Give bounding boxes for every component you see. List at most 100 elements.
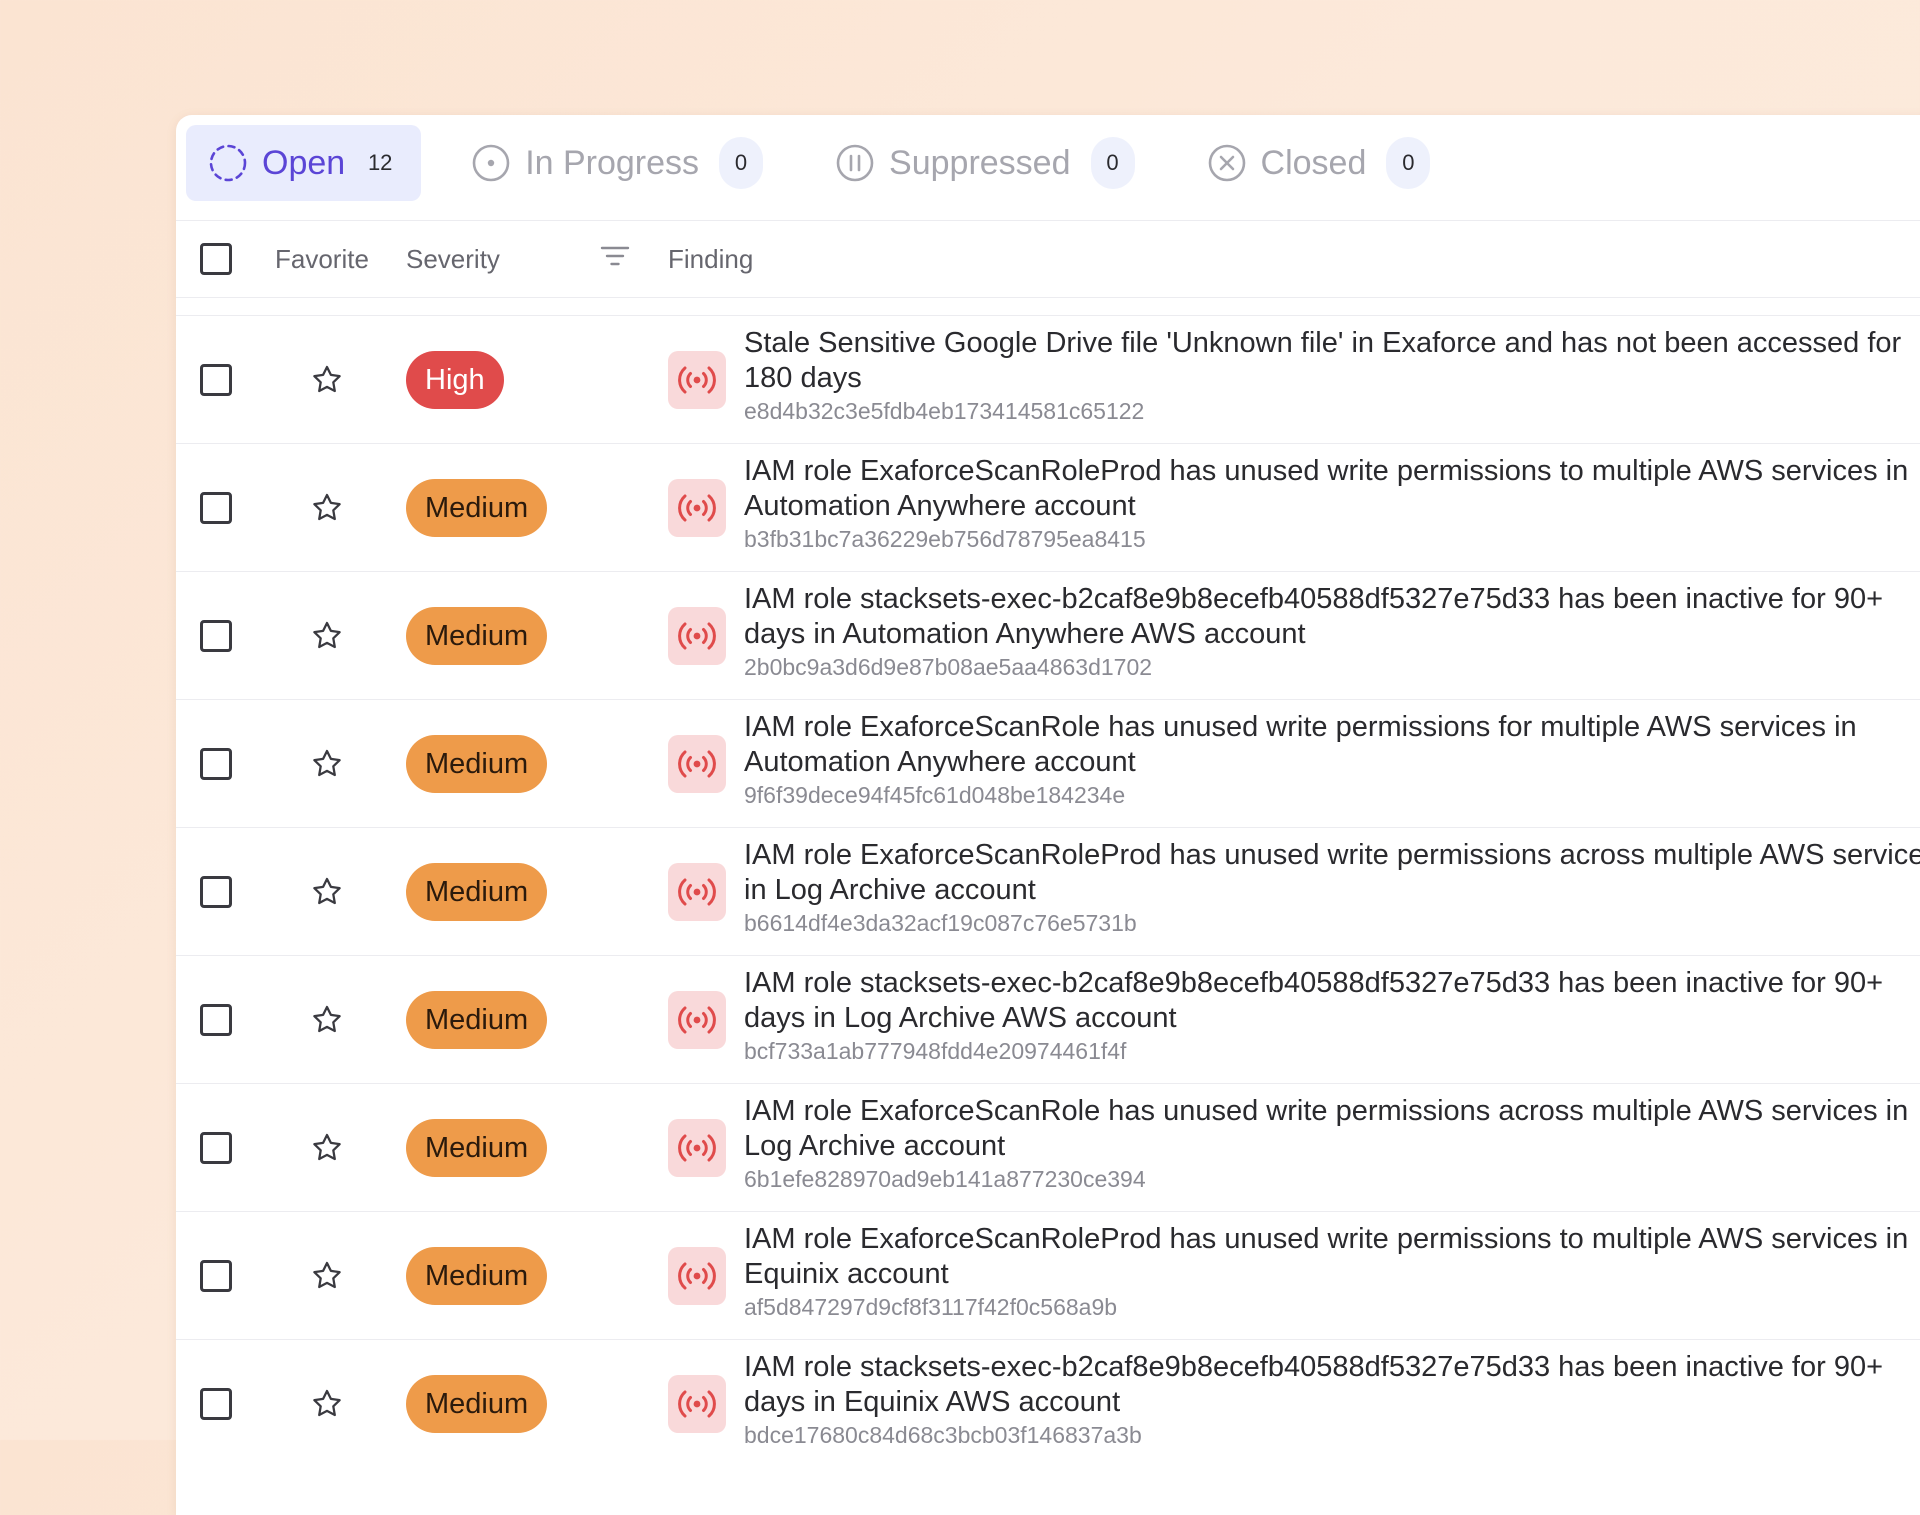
star-icon[interactable] [310, 1387, 344, 1421]
severity-filter-button[interactable] [600, 221, 630, 297]
table-header: Favorite Severity Finding [176, 221, 1920, 297]
row-checkbox[interactable] [200, 1388, 232, 1420]
row-checkbox[interactable] [200, 620, 232, 652]
select-all-checkbox[interactable] [200, 243, 232, 275]
broadcast-signal-icon [668, 1119, 726, 1177]
finding-title[interactable]: IAM role ExaforceScanRoleProd has unused… [744, 838, 1920, 908]
finding-title[interactable]: IAM role stacksets-exec-b2caf8e9b8ecefb4… [744, 966, 1920, 1036]
finding-icon-cell [668, 828, 726, 956]
row-checkbox[interactable] [200, 1132, 232, 1164]
table-row[interactable]: Medium IAM role ExaforceScanRole has unu… [176, 1083, 1920, 1211]
tab-open-label: Open [262, 143, 346, 182]
table-row[interactable]: Medium IAM role stacksets-exec-b2caf8e9b… [176, 571, 1920, 699]
severity-cell: Medium [406, 956, 548, 1084]
tab-suppressed[interactable]: Suppressed 0 [813, 125, 1156, 201]
finding-icon-cell [668, 1212, 726, 1340]
column-header-severity[interactable]: Severity [406, 221, 500, 297]
severity-cell: Medium [406, 700, 548, 828]
star-icon[interactable] [310, 1131, 344, 1165]
star-icon[interactable] [310, 875, 344, 909]
finding-cell[interactable]: Stale Sensitive Google Drive file 'Unkno… [744, 326, 1920, 426]
broadcast-signal-icon [668, 735, 726, 793]
favorite-cell [310, 1340, 344, 1468]
severity-badge: Medium [406, 1247, 548, 1305]
severity-cell: Medium [406, 828, 548, 956]
findings-list: High Stale Sensitive Google Drive file '… [176, 315, 1920, 1467]
tab-in-progress[interactable]: In Progress 0 [449, 125, 785, 201]
column-header-finding[interactable]: Finding [668, 221, 753, 297]
finding-icon-cell [668, 444, 726, 572]
row-checkbox[interactable] [200, 1260, 232, 1292]
tab-closed-count: 0 [1386, 137, 1431, 189]
finding-id: bcf733a1ab777948fdd4e20974461f4f [744, 1038, 1127, 1064]
tab-suppressed-label: Suppressed [889, 143, 1071, 182]
finding-cell[interactable]: IAM role stacksets-exec-b2caf8e9b8ecefb4… [744, 1350, 1920, 1450]
favorite-cell [310, 700, 344, 828]
severity-cell: High [406, 316, 504, 444]
row-checkbox[interactable] [200, 876, 232, 908]
finding-title[interactable]: IAM role stacksets-exec-b2caf8e9b8ecefb4… [744, 582, 1920, 652]
table-row[interactable]: Medium IAM role ExaforceScanRoleProd has… [176, 827, 1920, 955]
finding-cell[interactable]: IAM role ExaforceScanRole has unused wri… [744, 710, 1920, 810]
finding-id: e8d4b32c3e5fdb4eb173414581c65122 [744, 398, 1145, 424]
severity-cell: Medium [406, 1212, 548, 1340]
finding-id: b6614df4e3da32acf19c087c76e5731b [744, 910, 1137, 936]
row-checkbox[interactable] [200, 364, 232, 396]
header-divider [176, 297, 1920, 298]
table-row[interactable]: Medium IAM role stacksets-exec-b2caf8e9b… [176, 1339, 1920, 1467]
tab-open[interactable]: Open 12 [186, 125, 422, 201]
finding-title[interactable]: IAM role ExaforceScanRoleProd has unused… [744, 1222, 1920, 1292]
table-row[interactable]: High Stale Sensitive Google Drive file '… [176, 315, 1920, 443]
table-row[interactable]: Medium IAM role ExaforceScanRoleProd has… [176, 1211, 1920, 1339]
finding-title[interactable]: IAM role ExaforceScanRoleProd has unused… [744, 454, 1920, 524]
finding-title[interactable]: IAM role ExaforceScanRole has unused wri… [744, 710, 1920, 780]
dot-circle-icon [471, 143, 511, 183]
row-checkbox[interactable] [200, 492, 232, 524]
finding-icon-cell [668, 700, 726, 828]
favorite-cell [310, 444, 344, 572]
column-header-favorite[interactable]: Favorite [275, 221, 369, 297]
favorite-cell [310, 828, 344, 956]
broadcast-signal-icon [668, 1247, 726, 1305]
finding-cell[interactable]: IAM role ExaforceScanRoleProd has unused… [744, 1222, 1920, 1322]
broadcast-signal-icon [668, 1375, 726, 1433]
row-select-cell [200, 444, 232, 572]
star-icon[interactable] [310, 1259, 344, 1293]
finding-title[interactable]: IAM role stacksets-exec-b2caf8e9b8ecefb4… [744, 1350, 1920, 1420]
table-row[interactable]: Medium IAM role stacksets-exec-b2caf8e9b… [176, 955, 1920, 1083]
finding-icon-cell [668, 316, 726, 444]
finding-id: af5d847297d9cf8f3117f42f0c568a9b [744, 1294, 1118, 1320]
findings-panel: Open 12 In Progress 0 Suppressed 0 Close… [176, 115, 1920, 1515]
tab-closed[interactable]: Closed 0 [1185, 125, 1453, 201]
finding-cell[interactable]: IAM role ExaforceScanRoleProd has unused… [744, 454, 1920, 554]
row-select-cell [200, 956, 232, 1084]
table-row[interactable]: Medium IAM role ExaforceScanRoleProd has… [176, 443, 1920, 571]
row-checkbox[interactable] [200, 748, 232, 780]
severity-badge: Medium [406, 1119, 548, 1177]
severity-cell: Medium [406, 1340, 548, 1468]
broadcast-signal-icon [668, 607, 726, 665]
dashed-circle-icon [208, 143, 248, 183]
star-icon[interactable] [310, 747, 344, 781]
finding-id: 9f6f39dece94f45fc61d048be184234e [744, 782, 1126, 808]
star-icon[interactable] [310, 363, 344, 397]
row-checkbox[interactable] [200, 1004, 232, 1036]
finding-cell[interactable]: IAM role stacksets-exec-b2caf8e9b8ecefb4… [744, 582, 1920, 682]
finding-title[interactable]: IAM role ExaforceScanRole has unused wri… [744, 1094, 1920, 1164]
row-select-cell [200, 828, 232, 956]
finding-cell[interactable]: IAM role ExaforceScanRoleProd has unused… [744, 838, 1920, 938]
tab-in-progress-label: In Progress [525, 143, 700, 182]
finding-title[interactable]: Stale Sensitive Google Drive file 'Unkno… [744, 326, 1920, 396]
finding-id: 6b1efe828970ad9eb141a877230ce394 [744, 1166, 1146, 1192]
finding-cell[interactable]: IAM role ExaforceScanRole has unused wri… [744, 1094, 1920, 1194]
broadcast-signal-icon [668, 351, 726, 409]
finding-icon-cell [668, 572, 726, 700]
table-row[interactable]: Medium IAM role ExaforceScanRole has unu… [176, 699, 1920, 827]
star-icon[interactable] [310, 491, 344, 525]
row-select-cell [200, 1340, 232, 1468]
star-icon[interactable] [310, 619, 344, 653]
finding-cell[interactable]: IAM role stacksets-exec-b2caf8e9b8ecefb4… [744, 966, 1920, 1066]
star-icon[interactable] [310, 1003, 344, 1037]
status-tabs: Open 12 In Progress 0 Suppressed 0 Close… [186, 125, 1452, 201]
finding-id: b3fb31bc7a36229eb756d78795ea8415 [744, 526, 1146, 552]
